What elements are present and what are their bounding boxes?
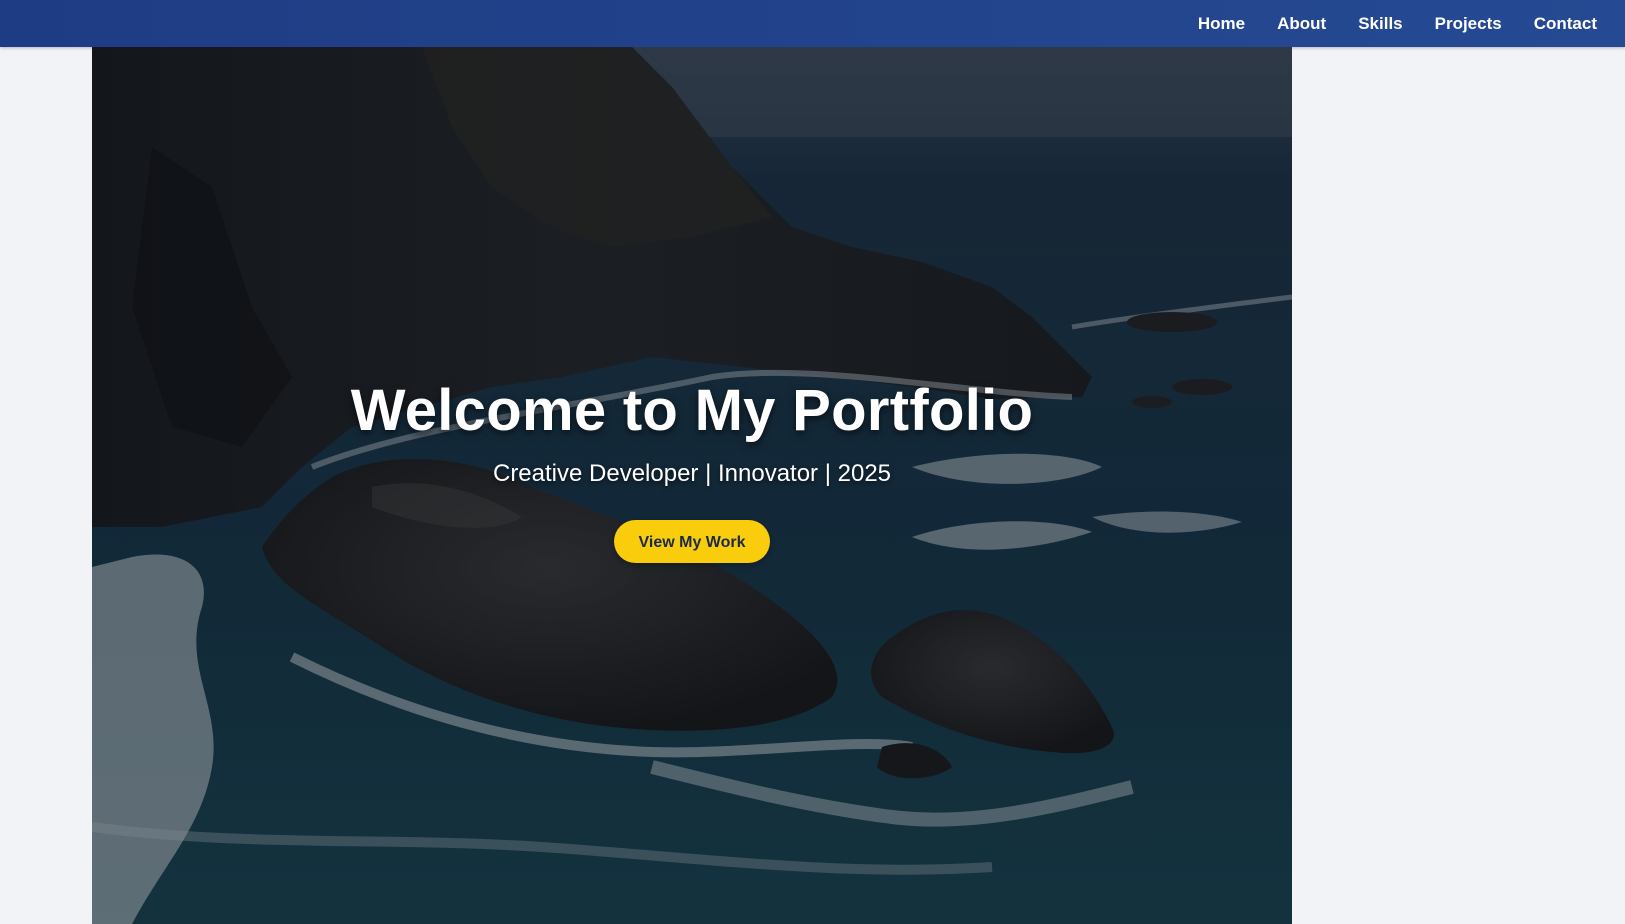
nav-link-about[interactable]: About (1261, 0, 1342, 47)
nav-link-skills[interactable]: Skills (1342, 0, 1418, 47)
nav-link-projects[interactable]: Projects (1419, 0, 1518, 47)
top-navbar: Home About Skills Projects Contact (0, 0, 1625, 47)
nav-link-contact[interactable]: Contact (1518, 0, 1613, 47)
hero-section: Welcome to My Portfolio Creative Develop… (92, 47, 1292, 924)
nav-links: Home About Skills Projects Contact (1182, 0, 1613, 47)
hero-subtitle: Creative Developer | Innovator | 2025 (492, 460, 892, 487)
nav-link-home[interactable]: Home (1182, 0, 1261, 47)
hero-title: Welcome to My Portfolio (350, 378, 1034, 443)
view-my-work-button[interactable]: View My Work (614, 520, 770, 563)
